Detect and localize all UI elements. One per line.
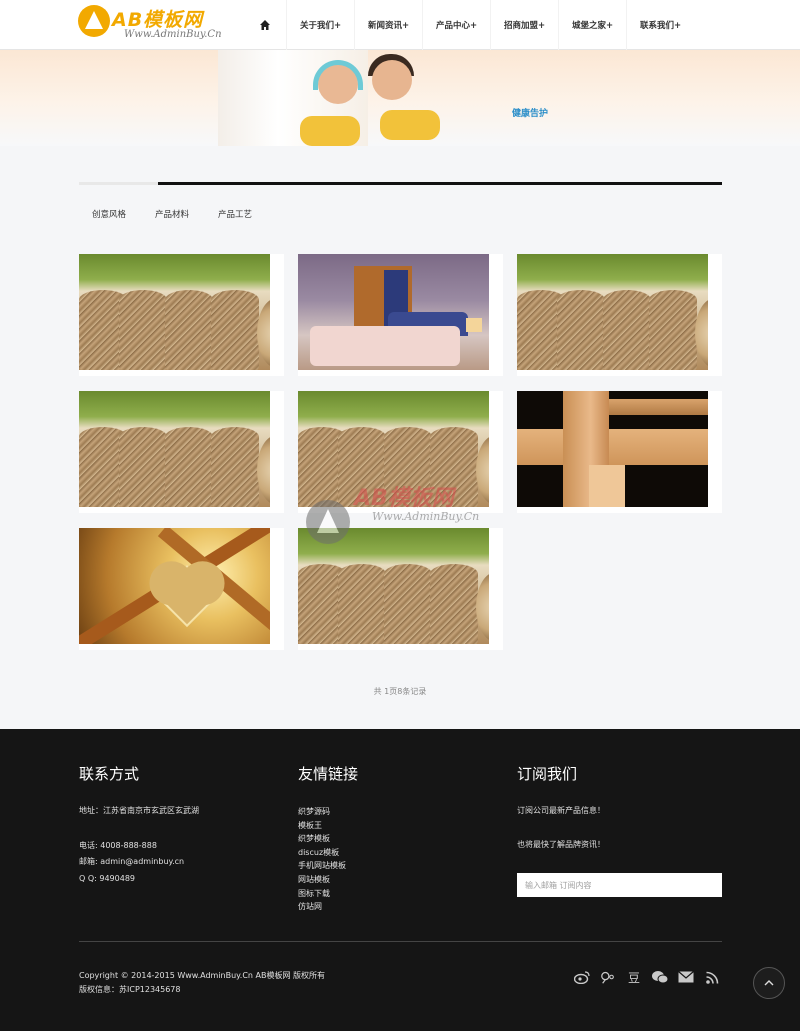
mail-icon[interactable]: [678, 969, 694, 985]
banner-kid-face: [372, 60, 412, 100]
friend-link[interactable]: 模板王: [298, 819, 346, 833]
copyright-text: Copyright © 2014-2015 Www.AdminBuy.Cn AB…: [79, 971, 326, 980]
page-banner: 健康告护: [0, 50, 800, 146]
contact-address: 地址：江苏省南京市玄武区玄武湖: [79, 806, 199, 815]
rss-icon[interactable]: [704, 969, 720, 985]
site-footer: 联系方式 地址：江苏省南京市玄武区玄武湖 电话: 4008-888-888 邮箱…: [0, 729, 800, 1031]
product-card[interactable]: [298, 528, 503, 650]
friend-link[interactable]: discuz模板: [298, 846, 346, 860]
watermark-logo-icon: [306, 500, 350, 544]
product-image: [298, 528, 489, 644]
friend-link[interactable]: 手机网站模板: [298, 859, 346, 873]
friend-link[interactable]: 图标下载: [298, 887, 346, 901]
product-image: [79, 254, 270, 370]
nav-item-join[interactable]: 招商加盟+: [490, 0, 558, 50]
weibo-icon[interactable]: [574, 969, 590, 985]
banner-kid-body: [380, 110, 440, 140]
contact-phone: 电话: 4008-888-888: [79, 841, 157, 850]
friend-link[interactable]: 织梦模板: [298, 832, 346, 846]
watermark-subtitle: Www.AdminBuy.Cn: [372, 510, 480, 523]
nav-item-about[interactable]: 关于我们+: [286, 0, 354, 50]
logo-title: AB模板网: [112, 9, 204, 31]
nav-item-products[interactable]: 产品中心+: [422, 0, 490, 50]
contact-email: 邮箱: admin@adminbuy.cn: [79, 857, 185, 866]
subscribe-text-1: 订阅公司最新产品信息！: [517, 806, 605, 815]
product-card[interactable]: [517, 254, 722, 376]
pagination-info: 共 1页8条记录: [373, 687, 427, 696]
wechat-icon[interactable]: [652, 969, 668, 985]
product-image: [517, 254, 708, 370]
product-card[interactable]: [79, 254, 284, 376]
site-logo[interactable]: AB模板网 Www.AdminBuy.Cn: [78, 3, 228, 45]
tab-creative-style[interactable]: 创意风格: [92, 208, 126, 220]
nav-item-contact[interactable]: 联系我们+: [626, 0, 694, 50]
logo-subtitle: Www.AdminBuy.Cn: [124, 29, 222, 40]
tencent-weibo-icon[interactable]: [600, 969, 616, 985]
product-card[interactable]: [517, 391, 722, 513]
home-icon: [260, 20, 270, 30]
footer-divider: [79, 941, 722, 942]
social-icons: 豆: [574, 969, 720, 985]
chevron-up-icon: [764, 980, 774, 986]
logo-icon: [78, 5, 110, 37]
tabs-active-indicator: [79, 182, 158, 185]
contact-heading: 联系方式: [79, 765, 140, 783]
contact-qq: Q Q: 9490489: [79, 874, 136, 883]
site-header: AB模板网 Www.AdminBuy.Cn 关于我们+ 新闻资讯+ 产品中心+ …: [0, 0, 800, 50]
subscribe-text-2: 也将最快了解品牌资讯！: [517, 840, 605, 849]
product-card[interactable]: [79, 528, 284, 650]
nav-item-news[interactable]: 新闻资讯+: [354, 0, 422, 50]
site-watermark: AB模板网 Www.AdminBuy.Cn: [306, 480, 506, 544]
tab-product-material[interactable]: 产品材料: [155, 208, 189, 220]
tab-product-craft[interactable]: 产品工艺: [218, 208, 252, 220]
main-nav: 关于我们+ 新闻资讯+ 产品中心+ 招商加盟+ 城堡之家+ 联系我们+: [244, 0, 694, 50]
product-image: [298, 254, 489, 370]
friend-link[interactable]: 网站模板: [298, 873, 346, 887]
icp-text: 版权信息：苏ICP12345678: [79, 985, 181, 994]
subscribe-heading: 订阅我们: [517, 765, 578, 783]
copyright-block: Copyright © 2014-2015 Www.AdminBuy.Cn AB…: [79, 969, 325, 997]
friend-link[interactable]: 仿站网: [298, 900, 346, 914]
back-to-top-button[interactable]: [753, 967, 785, 999]
friend-link[interactable]: 织梦源码: [298, 805, 346, 819]
subscribe-email-input[interactable]: [517, 873, 722, 897]
product-image: [517, 391, 708, 507]
product-card[interactable]: [298, 254, 503, 376]
nav-home[interactable]: [244, 0, 286, 50]
watermark-title: AB模板网: [354, 486, 454, 511]
banner-tag: 健康告护: [512, 109, 549, 119]
product-image: [79, 391, 270, 507]
banner-kid-body: [300, 116, 360, 146]
product-card[interactable]: [79, 391, 284, 513]
douban-icon[interactable]: 豆: [626, 969, 642, 985]
nav-item-castle[interactable]: 城堡之家+: [558, 0, 626, 50]
links-heading: 友情链接: [298, 765, 359, 783]
friend-links-list: 织梦源码 模板王 织梦模板 discuz模板 手机网站模板 网站模板 图标下载 …: [298, 805, 346, 914]
product-image: [79, 528, 270, 644]
tabs-divider: [79, 182, 722, 185]
